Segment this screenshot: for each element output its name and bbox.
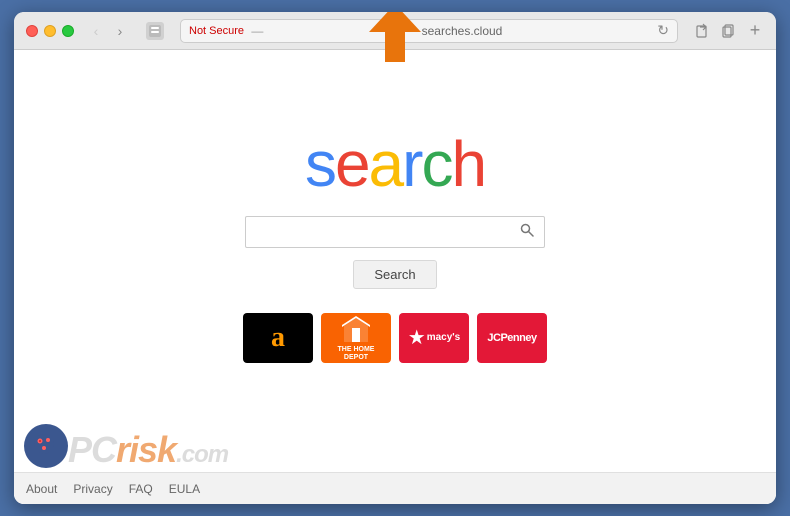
quick-link-macys[interactable]: ★ macy's [399, 313, 469, 363]
separator: — [248, 24, 267, 38]
share-icon[interactable] [694, 22, 712, 40]
search-logo: search [305, 132, 485, 196]
footer-privacy[interactable]: Privacy [73, 482, 112, 496]
homedepot-logo-icon [340, 314, 372, 346]
logo-letter-h: h [451, 128, 485, 200]
logo-letter-e: e [335, 128, 369, 200]
macys-star: ★ [408, 325, 426, 350]
maximize-button[interactable] [62, 25, 74, 37]
pcrisk-full-text: PCrisk.com [68, 432, 228, 468]
search-input-area [245, 216, 545, 248]
jcpenney-text: JCPenney [487, 332, 536, 344]
search-input[interactable] [254, 224, 518, 240]
browser-window: ‹ › Not Secure — searches.cloud ↻ + [14, 12, 776, 504]
logo-letter-c: c [421, 128, 451, 200]
footer-about[interactable]: About [26, 482, 57, 496]
quick-link-homedepot[interactable]: THE HOMEDEPOT [321, 313, 391, 363]
pcrisk-watermark: PCrisk.com [24, 424, 228, 468]
pcrisk-text-area: PCrisk.com [68, 432, 228, 468]
url-text: searches.cloud [271, 24, 654, 38]
traffic-lights [26, 25, 74, 37]
footer: About Privacy FAQ EULA [14, 472, 776, 504]
homedepot-text: THE HOMEDEPOT [338, 346, 375, 361]
page-content: search Search a [14, 50, 776, 504]
search-button[interactable]: Search [353, 260, 436, 289]
minimize-button[interactable] [44, 25, 56, 37]
close-button[interactable] [26, 25, 38, 37]
quick-links: a THE HOMEDEPOT ★ macy's JCPenney [243, 313, 547, 363]
back-button[interactable]: ‹ [86, 21, 106, 41]
copy-icon[interactable] [720, 22, 738, 40]
amazon-logo: a [271, 322, 285, 354]
quick-link-jcpenney[interactable]: JCPenney [477, 313, 547, 363]
toolbar-right: + [694, 22, 764, 40]
tab-area [146, 22, 164, 40]
pcrisk-icon [24, 424, 68, 468]
footer-faq[interactable]: FAQ [129, 482, 153, 496]
address-bar[interactable]: Not Secure — searches.cloud ↻ [180, 19, 678, 43]
logo-letter-s: s [305, 128, 335, 200]
macys-text: macy's [427, 332, 461, 343]
forward-button[interactable]: › [110, 21, 130, 41]
reload-button[interactable]: ↻ [657, 22, 669, 39]
title-bar: ‹ › Not Secure — searches.cloud ↻ + [14, 12, 776, 50]
search-icon-button[interactable] [518, 221, 536, 242]
logo-letter-a: a [369, 128, 403, 200]
footer-eula[interactable]: EULA [169, 482, 200, 496]
tab-icon [146, 22, 164, 40]
logo-letter-r: r [402, 128, 421, 200]
add-tab-icon[interactable]: + [746, 22, 764, 40]
nav-buttons: ‹ › [86, 21, 130, 41]
security-label: Not Secure [189, 25, 244, 37]
quick-link-amazon[interactable]: a [243, 313, 313, 363]
pcrisk-logo-svg [30, 430, 62, 462]
